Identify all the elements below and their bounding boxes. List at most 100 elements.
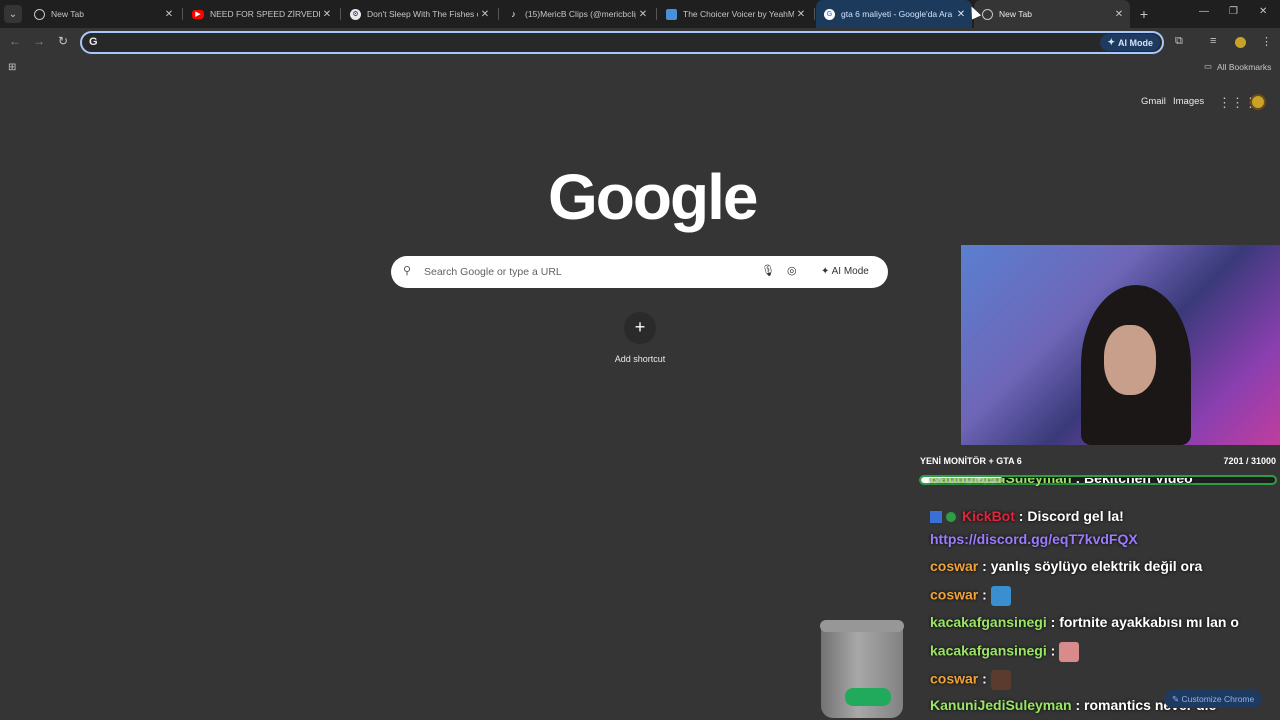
chat-message: coswar : (930, 670, 1011, 690)
chat-link[interactable]: https://discord.gg/eqT7kvdFQX (930, 531, 1138, 547)
customize-chrome-button[interactable]: ✎ Customize Chrome (1164, 690, 1263, 708)
close-icon[interactable]: ✕ (636, 9, 650, 20)
lens-camera-icon[interactable]: ◎ (787, 264, 797, 277)
close-icon[interactable]: ✕ (162, 9, 176, 20)
chat-username[interactable]: kacakafgansinegi (930, 614, 1047, 630)
chat-username[interactable]: coswar (930, 587, 978, 603)
tab-label: New Tab (999, 9, 1032, 19)
apps-grid-icon[interactable]: ⊞ (8, 62, 16, 73)
tab-google-search[interactable]: G gta 6 maliyeti - Google'da Ara ✕ (816, 0, 972, 28)
bookmarks-bar (0, 58, 1280, 76)
restore-icon[interactable]: ❐ (1229, 6, 1238, 17)
menu-dots-icon[interactable]: ⋮ (1261, 35, 1272, 48)
chat-link-row: https://discord.gg/eqT7kvdFQX (930, 531, 1138, 547)
chat-separator: : (978, 670, 991, 687)
tab-steam[interactable]: ⚙ Don't Sleep With The Fishes on ✕ (342, 0, 496, 28)
close-icon[interactable]: ✕ (478, 9, 492, 20)
tab-label: NEED FOR SPEED ZİRVEDEN N (210, 9, 320, 19)
profile-avatar-small[interactable] (1235, 37, 1246, 48)
chrome-icon (34, 8, 45, 20)
chat-message: kacakafgansinegi : (930, 642, 1080, 662)
close-icon[interactable]: ✕ (794, 9, 808, 20)
streamer-face (1104, 325, 1156, 395)
tab-label: gta 6 maliyeti - Google'da Ara (841, 9, 953, 19)
chat-username[interactable]: KickBot (962, 508, 1015, 524)
tab-label: Don't Sleep With The Fishes on (367, 9, 478, 19)
ai-mode-label: AI Mode (1118, 37, 1153, 48)
chat-username[interactable]: KanuniJediSuleyman (930, 697, 1072, 713)
add-shortcut-button[interactable]: + (624, 312, 656, 344)
goal-count: 7201 / 31000 (1223, 456, 1276, 466)
google-logo: Google (548, 161, 758, 233)
chat-message: coswar : yanlış söylüyo elektrik değil o… (930, 558, 1202, 574)
tab-divider (656, 8, 657, 20)
chat-username[interactable]: coswar (930, 558, 978, 574)
chat-message: kacakafgansinegi : fortnite ayakkabısı m… (930, 614, 1239, 630)
chat-text: Discord gel la! (1027, 508, 1124, 524)
reload-icon[interactable]: ↻ (55, 33, 71, 49)
google-icon: G (824, 8, 835, 20)
close-window-icon[interactable]: ✕ (1259, 6, 1267, 17)
chat-emote-icon (1059, 642, 1080, 662)
chat-separator: : (1014, 508, 1028, 524)
google-g-icon: G (89, 36, 98, 48)
tab-divider (340, 8, 341, 20)
goal-title: YENİ MONİTÖR + GTA 6 (920, 456, 1022, 466)
folder-icon: ▭ (1204, 61, 1213, 71)
tab-label: (15)MericB Clips (@mericbclips (525, 9, 636, 19)
media-control-icon[interactable]: ≡ (1210, 35, 1216, 47)
close-icon[interactable]: ✕ (1112, 9, 1126, 20)
extensions-icon[interactable]: ⧉ (1175, 35, 1183, 48)
verified-check-icon (946, 512, 956, 523)
steam-icon: ⚙ (350, 8, 361, 20)
tab-search-icon[interactable]: ⌄ (4, 5, 22, 23)
microphone-icon[interactable]: 🎙 (761, 264, 775, 277)
ntp-search-box[interactable]: ⚲ Search Google or type a URL 🎙 ◎ ✦ AI M… (391, 256, 888, 288)
tiktok-icon: ♪ (511, 9, 516, 19)
chat-text: Bekitchen Video (1084, 478, 1193, 486)
close-icon[interactable]: ✕ (954, 9, 968, 20)
chat-text: fortnite ayakkabısı mı lan o (1059, 614, 1239, 630)
chat-emote-icon (990, 670, 1011, 690)
tab-label: The Choicer Voicer by YeahMa (683, 9, 794, 19)
tab-choicer-voicer[interactable]: The Choicer Voicer by YeahMa ✕ (658, 0, 812, 28)
images-link[interactable]: Images (1173, 96, 1204, 107)
forward-arrow-icon[interactable]: → (31, 33, 47, 49)
chat-message: coswar : (930, 586, 1011, 606)
chat-message: KickBot : Discord gel la! (930, 508, 1124, 524)
webcam-overlay (961, 245, 1280, 445)
chat-username[interactable]: coswar (930, 671, 978, 687)
chat-separator: : (978, 558, 991, 574)
jar-gems (845, 688, 891, 706)
chat-separator: : (1046, 642, 1060, 659)
tab-tiktok[interactable]: ♪ (15)MericB Clips (@mericbclips ✕ (500, 0, 654, 28)
youtube-icon: ▶ (192, 9, 204, 19)
chat-text: yanlış söylüyo elektrik değil ora (990, 558, 1203, 574)
tab-new-tab-active[interactable]: New Tab ✕ (974, 0, 1130, 28)
tab-strip: ⌄ New Tab ✕ ▶ NEED FOR SPEED ZİRVEDEN N … (0, 0, 1280, 28)
chat-emote-icon (990, 586, 1011, 606)
chat-separator: : (1046, 614, 1060, 630)
tab-youtube[interactable]: ▶ NEED FOR SPEED ZİRVEDEN N ✕ (184, 0, 338, 28)
tab-label: New Tab (51, 9, 84, 19)
all-bookmarks-button[interactable]: ▭ All Bookmarks (1204, 61, 1271, 72)
chat-message: KanuniJediSuleyman : Bekitchen Video (930, 478, 1193, 486)
ai-mode-label: AI Mode (831, 266, 869, 277)
gmail-link[interactable]: Gmail (1141, 96, 1166, 107)
back-arrow-icon[interactable]: ← (7, 33, 23, 49)
bot-badge-icon (930, 511, 942, 524)
minimize-icon[interactable]: — (1199, 6, 1209, 17)
close-icon[interactable]: ✕ (320, 9, 334, 20)
address-bar[interactable]: G ✦ AI Mode (80, 31, 1164, 54)
all-bookmarks-label: All Bookmarks (1217, 61, 1272, 72)
new-tab-plus-icon[interactable]: + (1136, 5, 1152, 23)
chat-username[interactable]: KanuniJediSuleyman (930, 478, 1072, 486)
tab-new-tab-1[interactable]: New Tab ✕ (26, 0, 180, 28)
chat-username[interactable]: kacakafgansinegi (930, 643, 1047, 659)
avatar[interactable] (1250, 94, 1266, 110)
search-ai-mode-button[interactable]: ✦ AI Mode (821, 266, 869, 277)
chat-separator: : (978, 586, 991, 603)
omnibox-ai-mode-button[interactable]: ✦ AI Mode (1100, 34, 1160, 51)
stream-chat: KanuniJediSuleyman : Bekitchen Video Kick… (924, 478, 1280, 720)
search-placeholder: Search Google or type a URL (424, 266, 562, 278)
